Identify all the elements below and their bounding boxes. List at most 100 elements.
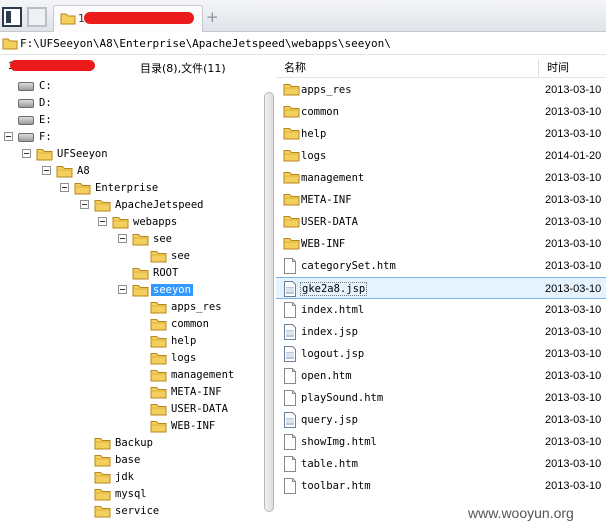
jsp-file-icon <box>283 324 297 343</box>
collapse-toggle-icon[interactable] <box>22 149 31 158</box>
file-row[interactable]: query.jsp 2013-03-10 <box>276 409 606 431</box>
tree-item-ufseeyon[interactable]: UFSeeyon <box>0 146 262 163</box>
file-row[interactable]: WEB-INF 2013-03-10 <box>276 233 606 255</box>
tree-item-help[interactable]: help <box>0 333 262 350</box>
tree-item-enterprise[interactable]: Enterprise <box>0 180 262 197</box>
inactive-tab[interactable] <box>27 7 47 27</box>
file-row[interactable]: table.htm 2013-03-10 <box>276 453 606 475</box>
file-row[interactable]: USER-DATA 2013-03-10 <box>276 211 606 233</box>
tree-item-backup[interactable]: Backup <box>0 435 262 452</box>
collapse-toggle-icon[interactable] <box>4 132 13 141</box>
file-row[interactable]: logout.jsp 2013-03-10 <box>276 343 606 365</box>
tree-scrollbar[interactable] <box>262 78 276 525</box>
file-name: index.jsp <box>301 326 358 338</box>
file-list: apps_res 2013-03-10 common 2013-03-10 help 20… <box>276 79 606 525</box>
tree-item-label: base <box>115 454 141 466</box>
tree-item-e-[interactable]: E: <box>0 112 262 129</box>
redaction-mark <box>10 60 95 71</box>
panel-toggle-icon[interactable] <box>2 7 22 27</box>
tree-item-label: webapps <box>133 216 178 228</box>
tree-item-label: see <box>171 250 190 262</box>
collapse-toggle-icon[interactable] <box>118 234 127 243</box>
tree-item-apachejetspeed[interactable]: ApacheJetspeed <box>0 197 262 214</box>
tree-item-service[interactable]: service <box>0 503 262 520</box>
file-name: management <box>301 172 365 184</box>
folder-icon <box>94 436 111 453</box>
file-row[interactable]: apps_res 2013-03-10 <box>276 79 606 101</box>
folder-icon <box>150 249 167 266</box>
add-tab-button[interactable]: + <box>206 8 219 26</box>
column-time-header[interactable]: 时间 <box>538 59 569 77</box>
tree-scrollbar-thumb[interactable] <box>264 92 274 512</box>
file-row[interactable]: showImg.html 2013-03-10 <box>276 431 606 453</box>
file-time: 2013-03-10 <box>545 326 602 338</box>
collapse-toggle-icon[interactable] <box>80 200 89 209</box>
tree-item-see[interactable]: see <box>0 248 262 265</box>
tree-item-c-[interactable]: C: <box>0 78 262 95</box>
folder-icon <box>283 214 300 231</box>
file-name: gke2a8.jsp <box>300 282 368 296</box>
tab-current[interactable]: 11... <box>53 5 203 32</box>
tree-item-webapps[interactable]: webapps <box>0 214 262 231</box>
directory-tree: C: D: E: F: UFSeeyon A8 Enterprise ApacheJetspe… <box>0 78 262 525</box>
tree-item-user-data[interactable]: USER-DATA <box>0 401 262 418</box>
tree-item-label: ROOT <box>153 267 179 279</box>
document-icon <box>283 434 297 453</box>
file-time: 2013-03-10 <box>545 414 602 426</box>
file-name: common <box>301 106 339 118</box>
tree-item-logs[interactable]: logs <box>0 350 262 367</box>
tree-item-jdk[interactable]: jdk <box>0 469 262 486</box>
file-row[interactable]: toolbar.htm 2013-03-10 <box>276 475 606 497</box>
tree-item-d-[interactable]: D: <box>0 95 262 112</box>
file-row[interactable]: index.html 2013-03-10 <box>276 299 606 321</box>
file-name: logs <box>301 150 327 162</box>
file-row[interactable]: open.htm 2013-03-10 <box>276 365 606 387</box>
file-row[interactable]: playSound.htm 2013-03-10 <box>276 387 606 409</box>
tree-item-f-[interactable]: F: <box>0 129 262 146</box>
collapse-toggle-icon[interactable] <box>60 183 69 192</box>
file-name: apps_res <box>301 84 352 96</box>
tree-item-base[interactable]: base <box>0 452 262 469</box>
tree-item-management[interactable]: management <box>0 367 262 384</box>
tree-item-mysql[interactable]: mysql <box>0 486 262 503</box>
folder-icon <box>283 148 300 165</box>
collapse-toggle-icon[interactable] <box>98 217 107 226</box>
document-icon <box>283 478 297 497</box>
tree-item-seeyon[interactable]: seeyon <box>0 282 262 299</box>
tree-item-label: logs <box>171 352 197 364</box>
file-time: 2013-03-10 <box>545 260 602 272</box>
folder-icon <box>150 334 167 351</box>
tree-item-a8[interactable]: A8 <box>0 163 262 180</box>
tree-item-label: seeyon <box>151 284 193 296</box>
tree-item-label: mysql <box>115 488 147 500</box>
file-name: query.jsp <box>301 414 358 426</box>
folder-icon <box>283 82 300 99</box>
file-row[interactable]: META-INF 2013-03-10 <box>276 189 606 211</box>
file-row[interactable]: help 2013-03-10 <box>276 123 606 145</box>
tree-item-see[interactable]: see <box>0 231 262 248</box>
folder-icon <box>150 351 167 368</box>
tree-item-meta-inf[interactable]: META-INF <box>0 384 262 401</box>
file-row[interactable]: gke2a8.jsp 2013-03-10 <box>276 277 606 299</box>
file-time: 2013-03-10 <box>545 392 602 404</box>
file-row[interactable]: common 2013-03-10 <box>276 101 606 123</box>
file-time: 2013-03-10 <box>545 238 602 250</box>
path-text[interactable]: F:\UFSeeyon\A8\Enterprise\ApacheJetspeed… <box>20 37 391 50</box>
collapse-toggle-icon[interactable] <box>118 285 127 294</box>
drive-icon <box>18 79 34 91</box>
folder-icon <box>112 215 129 232</box>
tree-item-common[interactable]: common <box>0 316 262 333</box>
tree-item-root[interactable]: ROOT <box>0 265 262 282</box>
path-bar[interactable]: F:\UFSeeyon\A8\Enterprise\ApacheJetspeed… <box>0 33 606 55</box>
column-name-header[interactable]: 名称 <box>284 59 306 75</box>
file-row[interactable]: index.jsp 2013-03-10 <box>276 321 606 343</box>
file-row[interactable]: categorySet.htm 2013-03-10 <box>276 255 606 277</box>
tree-item-apps-res[interactable]: apps_res <box>0 299 262 316</box>
document-icon <box>283 456 297 475</box>
tree-item-web-inf[interactable]: WEB-INF <box>0 418 262 435</box>
file-row[interactable]: management 2013-03-10 <box>276 167 606 189</box>
collapse-toggle-icon[interactable] <box>42 166 51 175</box>
file-row[interactable]: logs 2014-01-20 <box>276 145 606 167</box>
folder-icon <box>283 236 300 253</box>
tree-item-label: D: <box>39 97 52 109</box>
